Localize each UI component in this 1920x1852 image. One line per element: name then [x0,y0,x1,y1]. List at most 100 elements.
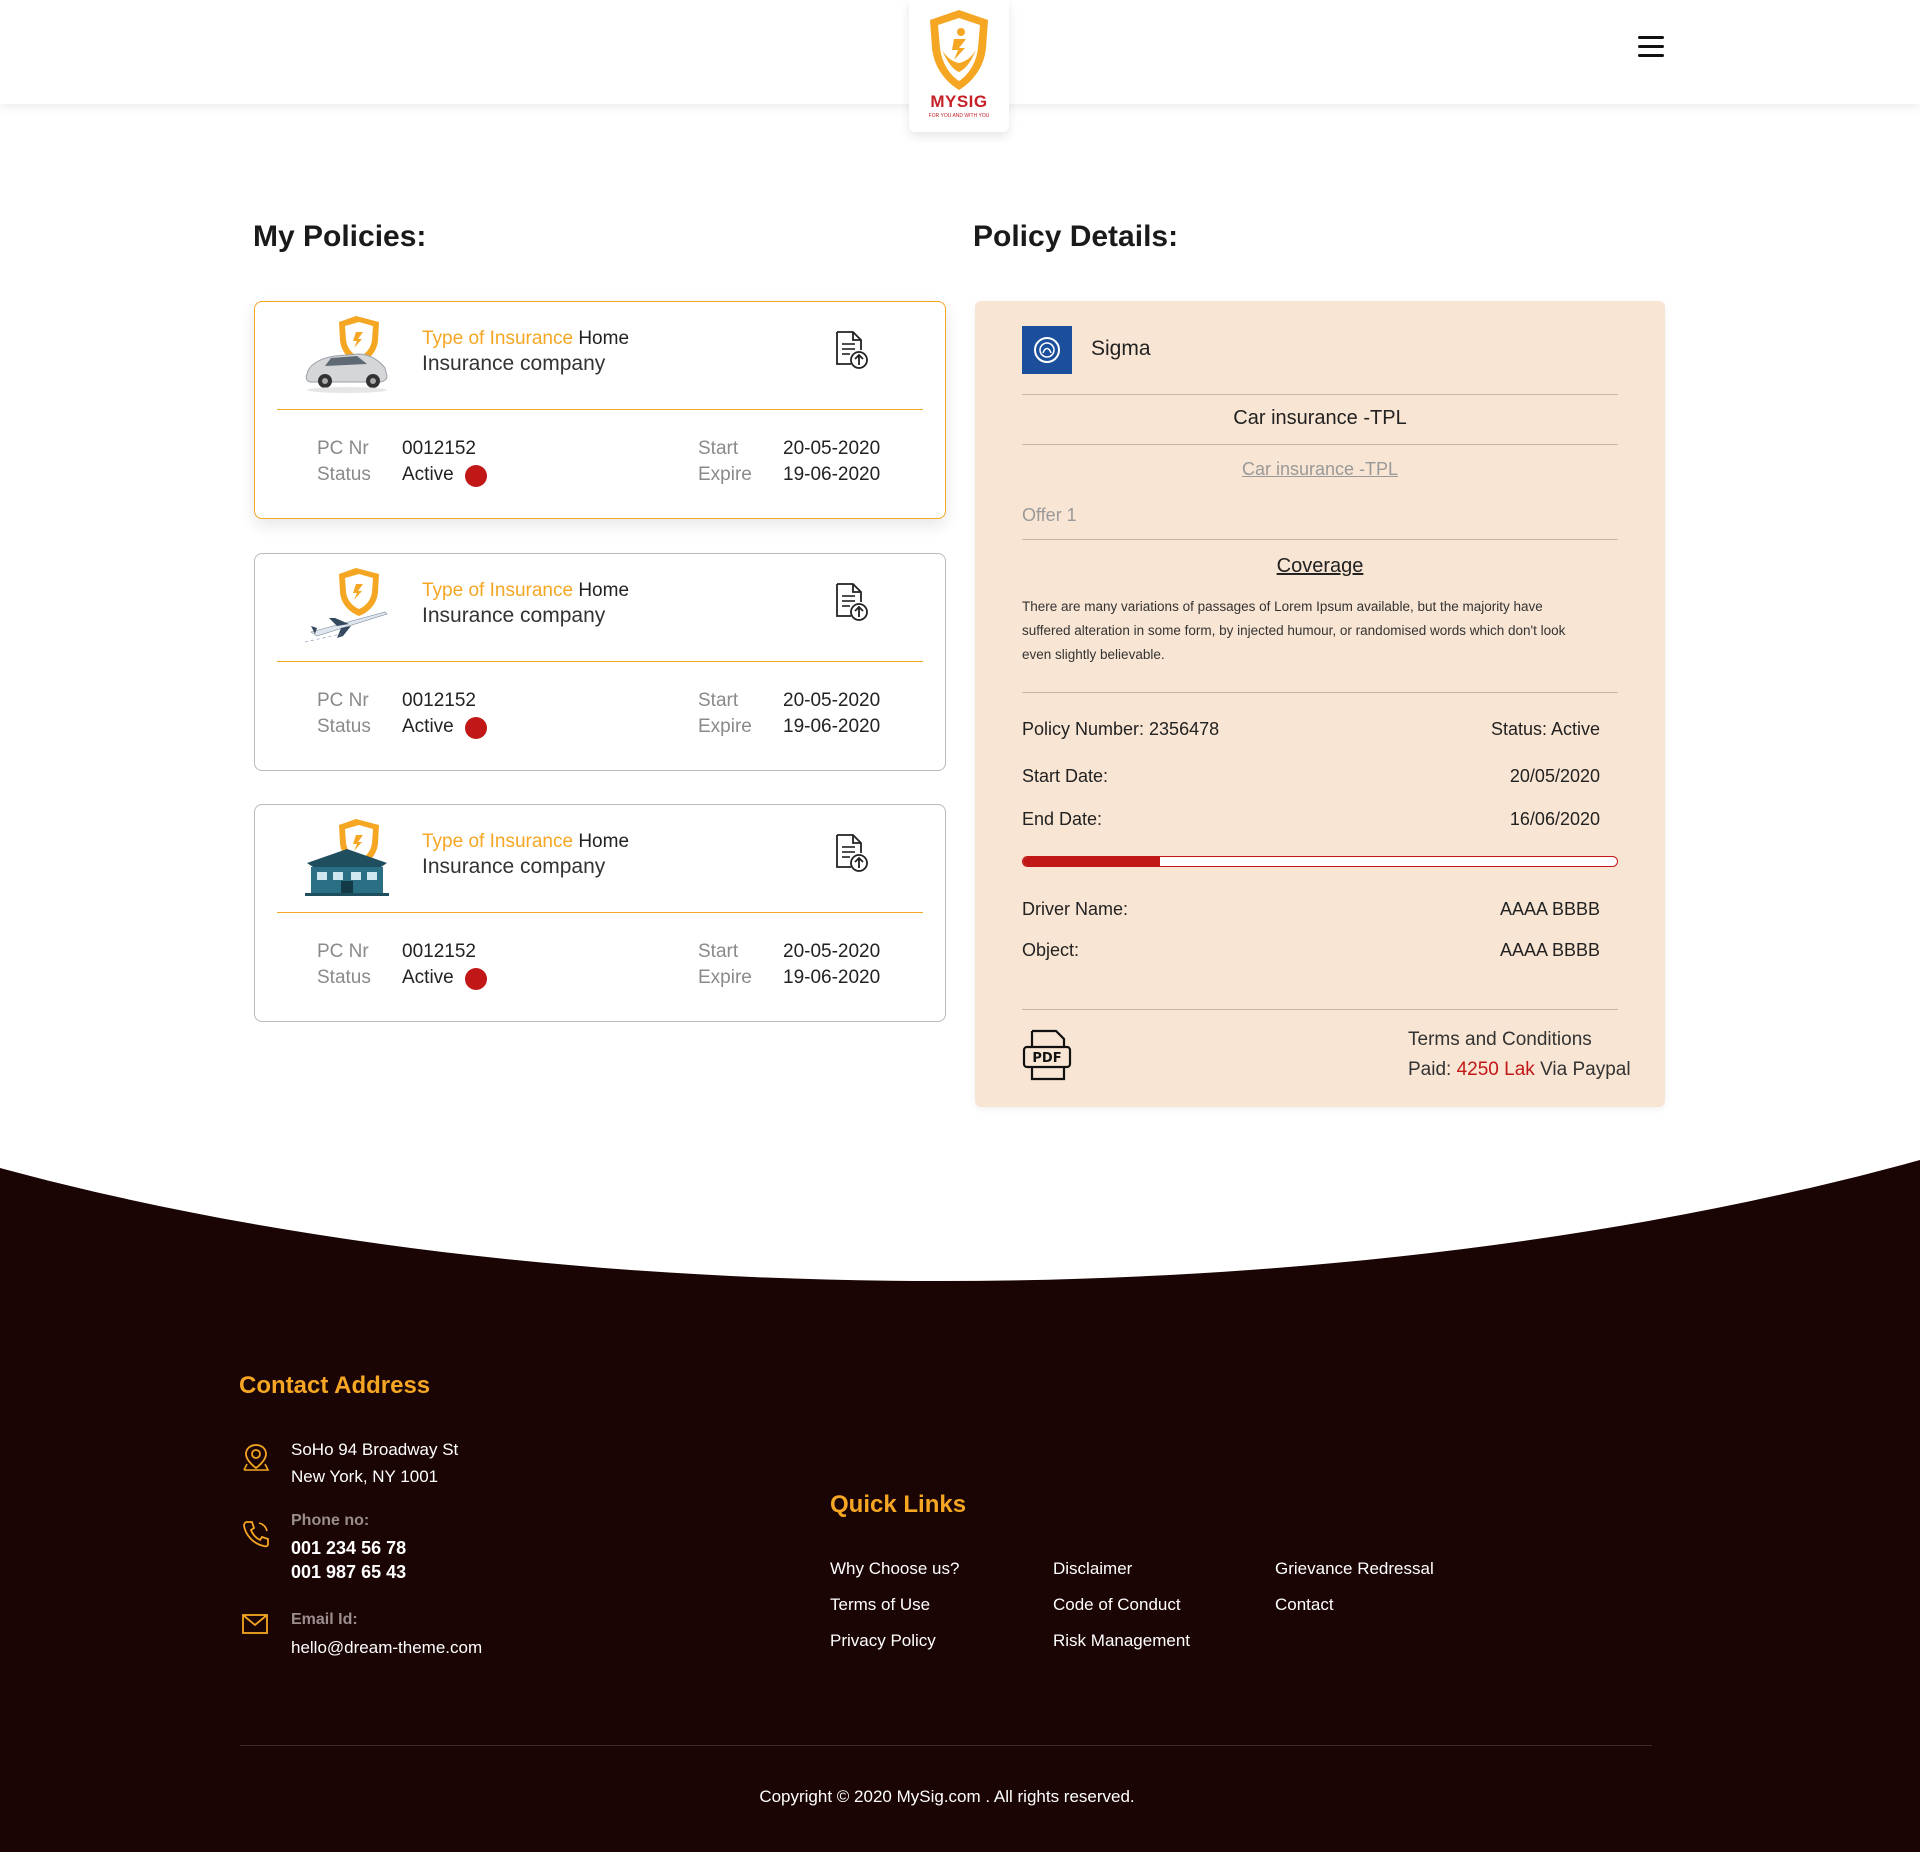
pc-number-value: 0012152 [402,941,476,962]
svg-text:PDF: PDF [1032,1051,1061,1066]
phone-numbers: 001 234 56 78 001 987 65 43 [291,1536,406,1584]
product-link[interactable]: Car insurance -TPL [1022,459,1618,480]
link-privacy-policy[interactable]: Privacy Policy [830,1631,936,1651]
pc-number-label: PC Nr [317,941,369,962]
insurance-company: Insurance company [422,352,606,375]
divider [1022,539,1618,540]
divider [1022,1009,1618,1010]
policy-number-row: Policy Number: 2356478 Status: Active [1022,719,1600,740]
email-address[interactable]: hello@dream-theme.com [291,1634,482,1661]
insurer-emblem-icon [1034,337,1060,363]
end-date-label: End Date: [1022,809,1103,829]
policy-status: Status: Active [1490,719,1600,739]
terms-link[interactable]: Terms and Conditions [1408,1029,1592,1051]
link-grievance-redressal[interactable]: Grievance Redressal [1275,1559,1434,1579]
my-policies-title: My Policies: [253,220,427,253]
link-disclaimer[interactable]: Disclaimer [1053,1559,1132,1579]
driver-name-label: Driver Name: [1022,899,1129,919]
contact-address-title: Contact Address [239,1372,431,1399]
divider [1022,692,1618,693]
mail-icon [242,1614,268,1634]
start-label: Start [698,690,739,711]
expire-date: 19-06-2020 [783,464,881,485]
car-insurance-thumbnail [305,316,388,393]
status-value: Active [402,464,454,485]
insurer-logo [1022,326,1072,374]
start-label: Start [698,941,739,962]
policy-period-progress-bar [1022,856,1618,867]
insurance-type-value: Home [578,328,630,349]
policy-card[interactable]: Type of Insurance Home Insurance company… [254,553,946,771]
object-row: Object: AAAA BBBB [1022,940,1600,961]
insurance-type-label: Type of Insurance [422,580,574,601]
end-date-value: 16/06/2020 [1509,809,1600,829]
insurer-name: Sigma [1091,337,1151,360]
phone-number-1[interactable]: 001 234 56 78 [291,1536,406,1560]
insurance-type: Type of Insurance Home [422,580,629,602]
address: SoHo 94 Broadway St New York, NY 1001 [291,1436,458,1490]
link-terms-of-use[interactable]: Terms of Use [830,1595,930,1615]
status-value: Active [402,967,454,988]
travel-insurance-thumbnail [304,568,388,643]
link-contact[interactable]: Contact [1275,1595,1334,1615]
coverage-description: There are many variations of passages of… [1022,599,1566,662]
progress-fill [1023,857,1160,866]
location-pin-icon [243,1444,270,1471]
policy-card[interactable]: Type of Insurance Home Insurance company… [254,804,946,1022]
quick-links-title: Quick Links [830,1491,967,1518]
pdf-download-icon[interactable]: PDF [1022,1029,1072,1081]
policy-card[interactable]: Type of Insurance Home Insurance company… [254,301,946,519]
status-label: Status [317,967,371,988]
start-date-value: 20/05/2020 [1509,766,1600,786]
policy-details-title: Policy Details: [973,220,1179,253]
paid-prefix: Paid: [1408,1059,1452,1080]
insurance-type: Type of Insurance Home [422,831,629,853]
status-indicator-dot [465,968,487,990]
phone-number-2[interactable]: 001 987 65 43 [291,1560,406,1584]
copyright: Copyright © 2020 MySig.com . All rights … [759,1787,1135,1806]
start-date: 20-05-2020 [783,690,881,711]
card-divider [277,912,923,913]
insurance-company: Insurance company [422,604,606,627]
status-label: Status [317,464,371,485]
divider [1022,444,1618,445]
pc-number-value: 0012152 [402,690,476,711]
status-indicator-dot [465,717,487,739]
link-code-of-conduct[interactable]: Code of Conduct [1053,1595,1181,1615]
end-date-row: End Date: 16/06/2020 [1022,809,1600,830]
brand-name: MYSIG [930,92,988,111]
start-label: Start [698,438,739,459]
link-why-choose-us[interactable]: Why Choose us? [830,1559,959,1579]
pc-number-label: PC Nr [317,690,369,711]
start-date-label: Start Date: [1022,766,1109,786]
status-value: Active [402,716,454,737]
insurance-type-value: Home [578,831,630,852]
email-label: Email Id: [291,1611,358,1628]
hamburger-menu-icon[interactable] [1638,36,1666,58]
phone-label: Phone no: [291,1512,370,1529]
brand-logo[interactable]: MYSIG FOR YOU AND WITH YOU [909,0,1009,132]
coverage-title: Coverage [1276,555,1364,577]
paid-amount: 4250 Lak [1456,1059,1535,1080]
policy-details-panel: Sigma Car insurance -TPL Car insurance -… [975,301,1665,1107]
document-upload-icon[interactable] [833,582,869,622]
insurance-type: Type of Insurance Home [422,328,629,350]
phone-icon [243,1521,269,1548]
insurance-type-value: Home [578,580,630,601]
driver-row: Driver Name: AAAA BBBB [1022,899,1600,920]
payment-info: Paid: 4250 Lak Via Paypal [1408,1059,1631,1081]
card-divider [277,661,923,662]
object-value: AAAA BBBB [1499,940,1600,960]
card-divider [277,409,923,410]
pc-number-value: 0012152 [402,438,476,459]
footer-divider [240,1745,1652,1746]
link-risk-management[interactable]: Risk Management [1053,1631,1190,1651]
pc-number-label: PC Nr [317,438,369,459]
status-label: Status [317,716,371,737]
divider [1022,394,1618,395]
address-line-2: New York, NY 1001 [291,1467,439,1486]
document-upload-icon[interactable] [833,833,869,873]
paid-method: Via Paypal [1540,1059,1631,1080]
document-upload-icon[interactable] [833,330,869,370]
status-indicator-dot [465,465,487,487]
